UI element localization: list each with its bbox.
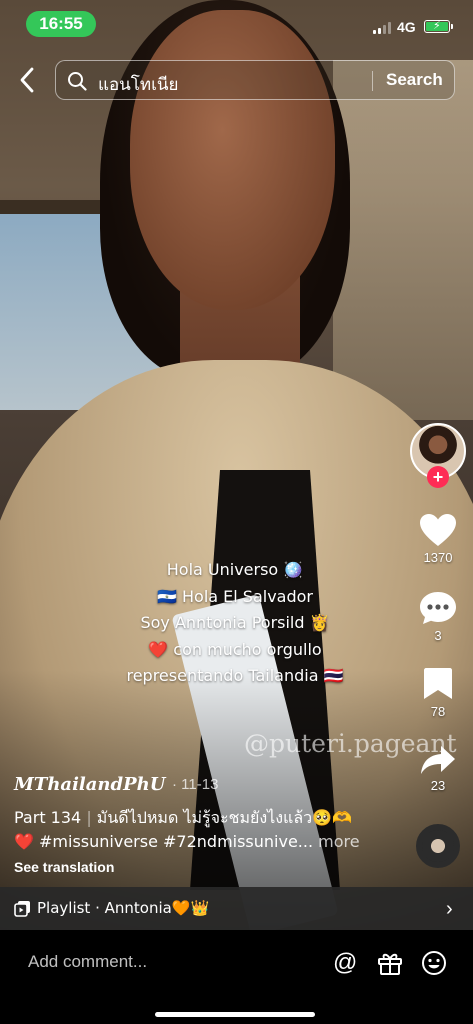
battery-tip [451, 24, 453, 29]
video-subject-face [130, 10, 335, 310]
bookmark-icon [424, 668, 452, 699]
caption-line: Hola Universo 🪩 [166, 560, 304, 579]
see-translation-link[interactable]: See translation [14, 859, 114, 875]
chevron-right-icon: › [446, 898, 453, 920]
comment-input[interactable]: Add comment... [28, 952, 147, 972]
gift-icon[interactable] [377, 950, 403, 976]
video-caption: Hola Universo 🪩 🇸🇻 Hola El Salvador Soy … [100, 557, 370, 690]
comment-button[interactable]: 3 [408, 591, 468, 643]
status-time: 16:55 [26, 11, 96, 37]
comment-icon [420, 592, 456, 624]
playlist-bar[interactable]: Playlist · Anntonia🧡👑 › [0, 887, 473, 930]
description-separator: | [86, 808, 92, 827]
search-divider [372, 71, 373, 91]
mention-icon[interactable]: @ [333, 949, 357, 977]
battery-icon: ⚡ [424, 20, 450, 33]
network-type: 4G [397, 19, 416, 35]
caption-line: Soy Anntonia Porsild 👸 [140, 613, 330, 632]
search-icon [68, 72, 87, 91]
playlist-icon [14, 901, 30, 917]
save-button[interactable]: 78 [408, 667, 468, 719]
like-button[interactable]: 1370 [408, 513, 468, 565]
back-button[interactable] [12, 62, 42, 98]
follow-button[interactable]: + [427, 466, 449, 488]
share-count: 23 [430, 778, 446, 793]
comment-count: 3 [434, 628, 442, 643]
status-bar: 16:55 4G ⚡ [0, 0, 473, 48]
description-text: มันดีไปหมด ไม่รู้จะชมยังไงแล้ว🥺🫶 [96, 808, 352, 827]
heart-icon [420, 514, 456, 546]
search-input[interactable]: แอนโทเนีย Search [55, 60, 455, 100]
save-count: 78 [430, 704, 446, 719]
home-indicator [155, 1012, 315, 1017]
chevron-left-icon [20, 67, 34, 93]
caption-line: representando Tailandia 🇹🇭 [126, 666, 344, 685]
more-link[interactable]: more [318, 832, 359, 851]
post-date: · 11-13 [172, 776, 219, 793]
share-icon [421, 746, 455, 774]
music-disc[interactable] [416, 824, 460, 868]
comment-bar: Add comment... @ [0, 930, 473, 1024]
background-wall [333, 60, 473, 420]
plus-icon: + [432, 467, 444, 487]
playlist-label: Playlist · Anntonia🧡👑 [37, 899, 210, 917]
creator-username[interactable]: MThailandPhU [14, 774, 165, 795]
signal-icon [373, 22, 391, 34]
like-count: 1370 [423, 550, 453, 565]
hashtags[interactable]: ❤️ #missuniverse #72ndmissunive... [14, 832, 313, 851]
search-button[interactable]: Search [386, 70, 443, 90]
post-description[interactable]: Part 134 | มันดีไปหมด ไม่รู้จะชมยังไงแล้… [14, 806, 394, 854]
caption-line: 🇸🇻 Hola El Salvador [156, 586, 313, 606]
search-query: แอนโทเนีย [98, 75, 179, 95]
share-button[interactable]: 23 [408, 745, 468, 793]
part-label: Part 134 [14, 808, 82, 827]
caption-line: ❤️ con mucho orgullo [148, 639, 322, 659]
emoji-icon[interactable] [421, 950, 447, 976]
